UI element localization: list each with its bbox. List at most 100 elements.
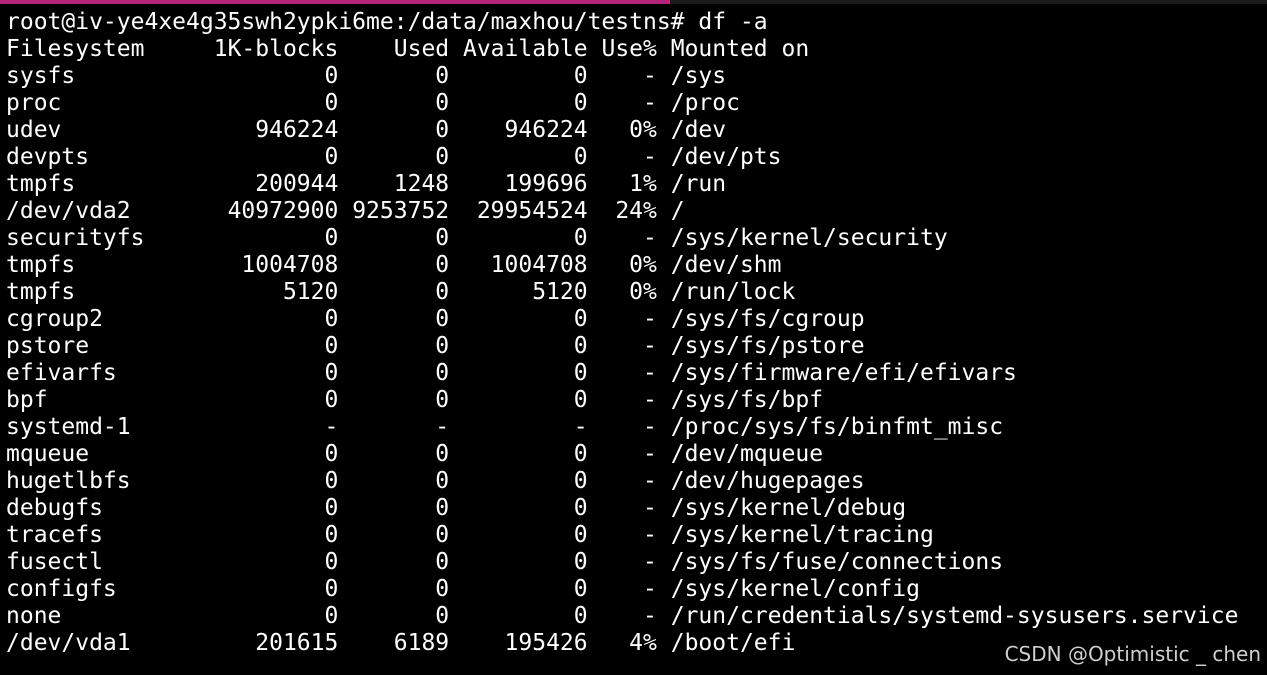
cell-filesystem: debugfs	[6, 495, 200, 521]
cell-use-percent: -	[587, 549, 657, 575]
cell-1k-blocks: 1K-blocks	[199, 36, 339, 62]
cell-available: 0	[449, 306, 588, 332]
table-row: tmpfs 200944 1248 199696 1% /run	[6, 171, 1238, 198]
cell-filesystem: tracefs	[6, 522, 200, 548]
cell-mounted-on: Mounted on	[656, 36, 810, 62]
cell-used: 9253752	[338, 198, 450, 224]
table-row: none 0 0 0 - /run/credentials/systemd-sy…	[6, 603, 1238, 630]
cell-1k-blocks: 0	[199, 144, 339, 170]
cell-filesystem: udev	[6, 117, 200, 143]
table-row: bpf 0 0 0 - /sys/fs/bpf	[6, 387, 1238, 414]
cell-1k-blocks: 0	[199, 468, 339, 494]
cell-use-percent: -	[587, 144, 657, 170]
table-row: devpts 0 0 0 - /dev/pts	[6, 144, 1238, 171]
table-row: tmpfs 5120 0 5120 0% /run/lock	[6, 279, 1238, 306]
table-row: pstore 0 0 0 - /sys/fs/pstore	[6, 333, 1238, 360]
cell-used: Used	[338, 36, 450, 62]
cell-used: 0	[338, 90, 450, 116]
cell-available: 5120	[449, 279, 588, 305]
cell-available: 0	[449, 360, 588, 386]
cell-1k-blocks: 946224	[199, 117, 339, 143]
cell-use-percent: -	[587, 603, 657, 629]
cell-filesystem: efivarfs	[6, 360, 200, 386]
cell-available: 0	[449, 90, 588, 116]
cell-filesystem: configfs	[6, 576, 200, 602]
table-row: tracefs 0 0 0 - /sys/kernel/tracing	[6, 522, 1238, 549]
cell-used: 0	[338, 225, 450, 251]
cell-filesystem: /dev/vda2	[6, 198, 200, 224]
cell-mounted-on: /sys/firmware/efi/efivars	[656, 360, 1017, 386]
cell-1k-blocks: 0	[199, 225, 339, 251]
cell-filesystem: systemd-1	[6, 414, 200, 440]
table-row: securityfs 0 0 0 - /sys/kernel/security	[6, 225, 1238, 252]
cell-available: 0	[449, 603, 588, 629]
cell-1k-blocks: 0	[199, 387, 339, 413]
cell-filesystem: devpts	[6, 144, 200, 170]
table-header: Filesystem 1K-blocks Used Available Use%…	[6, 36, 1238, 63]
table-row: cgroup2 0 0 0 - /sys/fs/cgroup	[6, 306, 1238, 333]
table-row: fusectl 0 0 0 - /sys/fs/fuse/connections	[6, 549, 1238, 576]
cell-use-percent: -	[587, 63, 657, 89]
cell-use-percent: -	[587, 333, 657, 359]
cell-available: 0	[449, 333, 588, 359]
cell-1k-blocks: 0	[199, 603, 339, 629]
cell-used: 0	[338, 360, 450, 386]
cell-use-percent: 1%	[587, 171, 657, 197]
cell-use-percent: -	[587, 414, 657, 440]
active-tab-indicator[interactable]	[0, 0, 670, 4]
cell-use-percent: -	[587, 441, 657, 467]
table-row: udev 946224 0 946224 0% /dev	[6, 117, 1238, 144]
cell-available: 0	[449, 576, 588, 602]
cell-used: 0	[338, 576, 450, 602]
cell-available: 946224	[449, 117, 588, 143]
cell-filesystem: tmpfs	[6, 171, 200, 197]
cell-filesystem: hugetlbfs	[6, 468, 200, 494]
cell-use-percent: -	[587, 225, 657, 251]
shell-command: df -a	[698, 9, 768, 35]
cell-used: 0	[338, 603, 450, 629]
cell-use-percent: 0%	[587, 117, 657, 143]
table-row: efivarfs 0 0 0 - /sys/firmware/efi/efiva…	[6, 360, 1238, 387]
cell-1k-blocks: 0	[199, 333, 339, 359]
prompt-line: root@iv-ye4xe4g35swh2ypki6me:/data/maxho…	[6, 9, 1238, 36]
table-row: configfs 0 0 0 - /sys/kernel/config	[6, 576, 1238, 603]
cell-used: 0	[338, 522, 450, 548]
cell-1k-blocks: 1004708	[199, 252, 339, 278]
cell-available: 0	[449, 225, 588, 251]
cell-used: -	[338, 414, 450, 440]
cell-use-percent: -	[587, 387, 657, 413]
cell-mounted-on: /sys/fs/pstore	[656, 333, 865, 359]
cell-used: 0	[338, 144, 450, 170]
cell-1k-blocks: 200944	[199, 171, 339, 197]
cell-filesystem: fusectl	[6, 549, 200, 575]
cell-mounted-on: /sys/fs/fuse/connections	[656, 549, 1004, 575]
cell-filesystem: sysfs	[6, 63, 200, 89]
cell-use-percent: -	[587, 576, 657, 602]
cell-used: 0	[338, 549, 450, 575]
cell-use-percent: 24%	[587, 198, 657, 224]
cell-mounted-on: /sys/fs/cgroup	[656, 306, 865, 332]
cell-mounted-on: /boot/efi	[656, 630, 796, 656]
cell-used: 0	[338, 279, 450, 305]
cell-available: Available	[449, 36, 588, 62]
cell-available: 195426	[449, 630, 588, 656]
cell-1k-blocks: 201615	[199, 630, 339, 656]
cell-1k-blocks: 40972900	[199, 198, 339, 224]
cell-filesystem: bpf	[6, 387, 200, 413]
terminal-window[interactable]: root@iv-ye4xe4g35swh2ypki6me:/data/maxho…	[0, 0, 1267, 675]
watermark: CSDN @Optimistic _ chen	[1004, 642, 1261, 666]
cell-filesystem: none	[6, 603, 200, 629]
cell-available: 0	[449, 549, 588, 575]
cell-filesystem: cgroup2	[6, 306, 200, 332]
cell-use-percent: 4%	[587, 630, 657, 656]
cell-used: 0	[338, 468, 450, 494]
cell-1k-blocks: 0	[199, 90, 339, 116]
cell-available: 29954524	[449, 198, 588, 224]
cell-used: 0	[338, 306, 450, 332]
cell-used: 0	[338, 63, 450, 89]
cell-available: 0	[449, 144, 588, 170]
cell-mounted-on: /sys/kernel/config	[656, 576, 920, 602]
cell-use-percent: -	[587, 495, 657, 521]
cell-available: 0	[449, 63, 588, 89]
